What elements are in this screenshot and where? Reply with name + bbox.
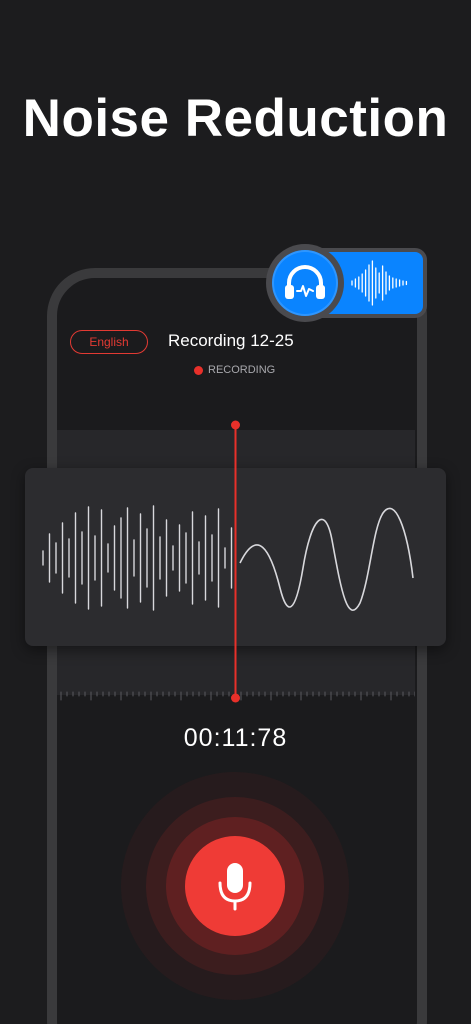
noisy-waveform [42,505,233,611]
recording-title: Recording 12-25 [168,331,294,350]
language-selector[interactable]: English [70,330,148,354]
recording-timer: 00:11:78 [183,724,288,752]
microphone-icon [218,863,252,911]
waveform-card [25,468,446,646]
recording-status: RECORDING [194,364,275,376]
record-button[interactable] [185,836,285,936]
recording-status-label: RECORDING [208,364,276,376]
headphones-badge [266,244,344,322]
headphones-icon [285,265,325,299]
screen: Noise Reduction English Recording 12-25 … [0,0,471,1024]
time-ruler [60,691,415,701]
recording-dot-icon [194,365,203,375]
headline: Noise Reduction [22,89,449,148]
waveform-graph [42,505,414,611]
clean-waveform [239,507,414,611]
